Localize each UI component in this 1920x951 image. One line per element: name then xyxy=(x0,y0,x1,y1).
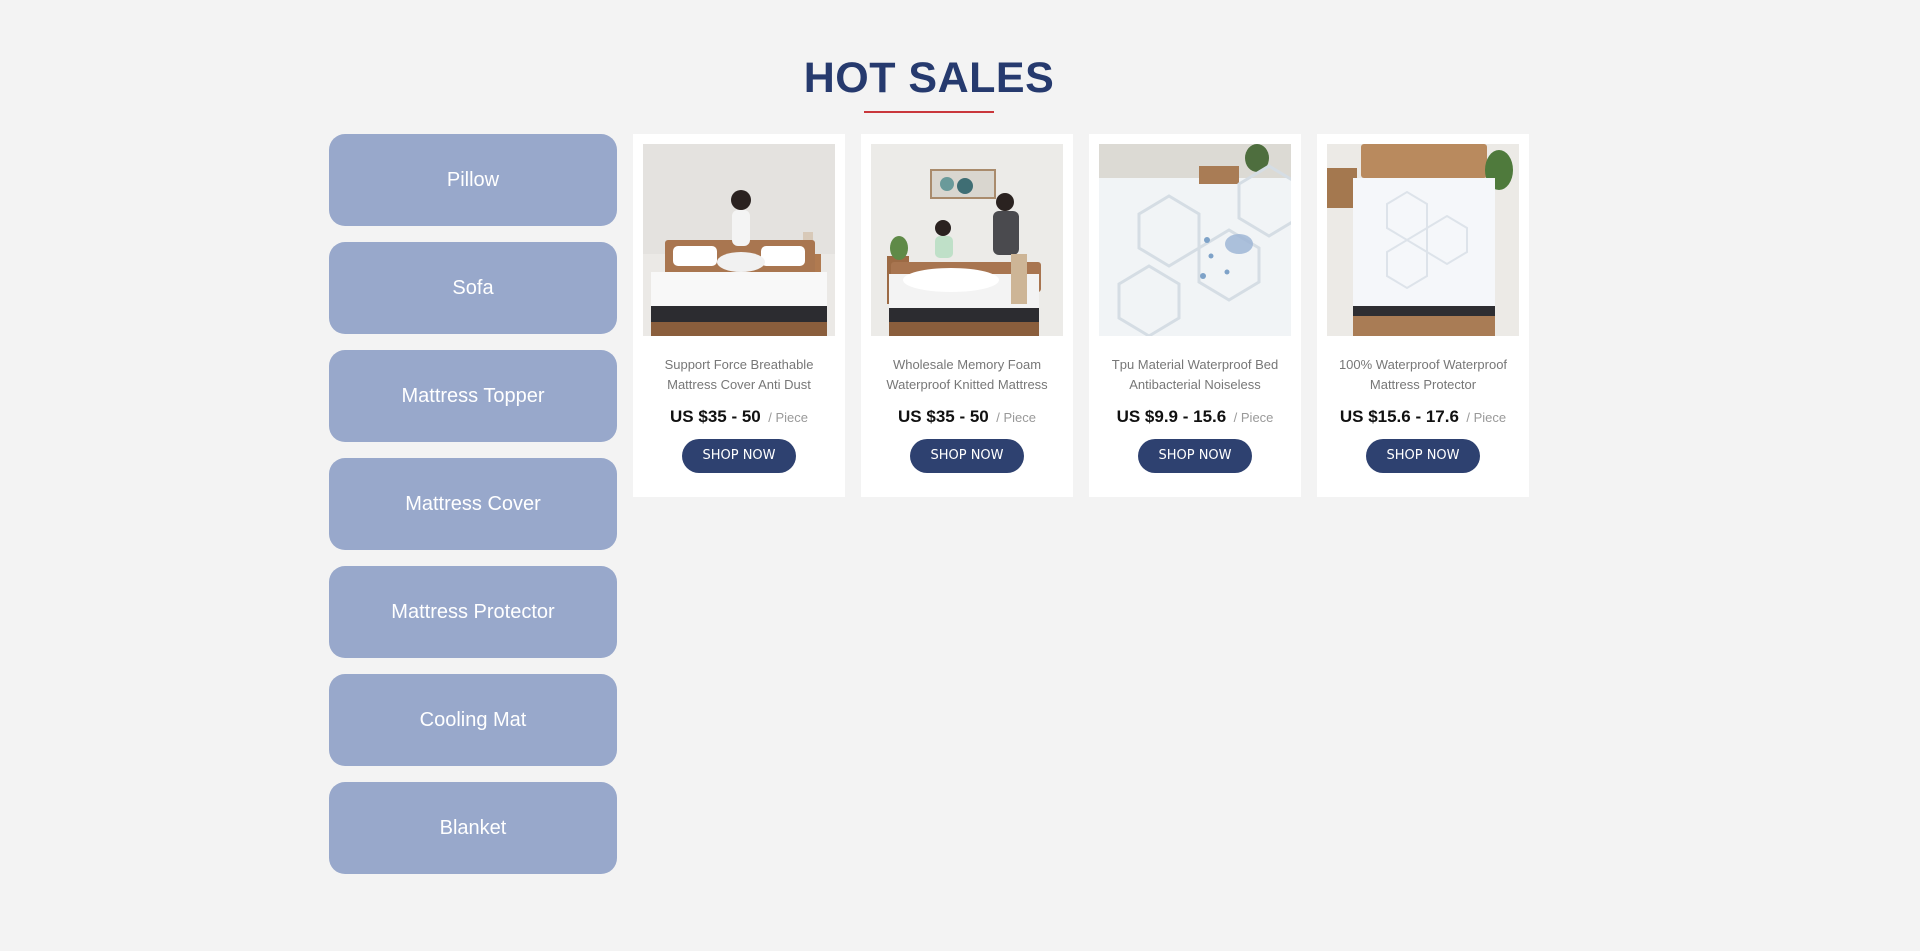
product-card: Support Force Breathable Mattress Cover … xyxy=(633,134,845,497)
category-mattress-protector[interactable]: Mattress Protector xyxy=(329,566,617,658)
section-title: HOT SALES xyxy=(803,54,1055,102)
product-name[interactable]: Tpu Material Waterproof Bed Antibacteria… xyxy=(1103,355,1287,395)
category-mattress-topper[interactable]: Mattress Topper xyxy=(329,350,617,442)
product-card: Tpu Material Waterproof Bed Antibacteria… xyxy=(1089,134,1301,497)
price-value: US $9.9 - 15.6 xyxy=(1116,407,1227,426)
product-image[interactable] xyxy=(1099,144,1291,336)
product-card: 100% Waterproof Waterproof Mattress Prot… xyxy=(1317,134,1529,497)
price-unit: / Piece xyxy=(996,410,1036,425)
title-underline xyxy=(864,111,994,113)
product-image[interactable] xyxy=(643,144,835,336)
product-image[interactable] xyxy=(1327,144,1519,336)
product-photo-woman-icon xyxy=(643,144,835,336)
price-value: US $35 - 50 xyxy=(898,407,989,426)
product-photo-water-icon xyxy=(1099,144,1291,336)
product-name[interactable]: 100% Waterproof Waterproof Mattress Prot… xyxy=(1331,355,1515,395)
category-cooling-mat[interactable]: Cooling Mat xyxy=(329,674,617,766)
product-price: US $35 - 50 / Piece xyxy=(871,407,1063,427)
category-mattress-cover[interactable]: Mattress Cover xyxy=(329,458,617,550)
product-name[interactable]: Support Force Breathable Mattress Cover … xyxy=(647,355,831,395)
product-image[interactable] xyxy=(871,144,1063,336)
product-card: Wholesale Memory Foam Waterproof Knitted… xyxy=(861,134,1073,497)
price-unit: / Piece xyxy=(768,410,808,425)
product-price: US $35 - 50 / Piece xyxy=(643,407,835,427)
price-value: US $35 - 50 xyxy=(670,407,761,426)
shop-now-button[interactable]: SHOP NOW xyxy=(682,439,796,473)
shop-now-button[interactable]: SHOP NOW xyxy=(1366,439,1480,473)
price-unit: / Piece xyxy=(1466,410,1507,425)
price-unit: / Piece xyxy=(1233,410,1274,425)
shop-now-button[interactable]: SHOP NOW xyxy=(1138,439,1252,473)
price-value: US $15.6 - 17.6 xyxy=(1339,407,1459,426)
product-photo-couple-icon xyxy=(871,144,1063,336)
product-name[interactable]: Wholesale Memory Foam Waterproof Knitted… xyxy=(875,355,1059,395)
product-price: US $9.9 - 15.6 / Piece xyxy=(1099,407,1291,427)
category-list: Pillow Sofa Mattress Topper Mattress Cov… xyxy=(329,134,617,890)
product-price: US $15.6 - 17.6 / Piece xyxy=(1327,407,1519,427)
shop-now-button[interactable]: SHOP NOW xyxy=(910,439,1024,473)
category-sofa[interactable]: Sofa xyxy=(329,242,617,334)
category-blanket[interactable]: Blanket xyxy=(329,782,617,874)
category-pillow[interactable]: Pillow xyxy=(329,134,617,226)
hot-sales-page: HOT SALES Pillow Sofa Mattress Topper Ma… xyxy=(0,0,1920,951)
product-grid: Support Force Breathable Mattress Cover … xyxy=(633,134,1529,497)
product-photo-protector-icon xyxy=(1327,144,1519,336)
